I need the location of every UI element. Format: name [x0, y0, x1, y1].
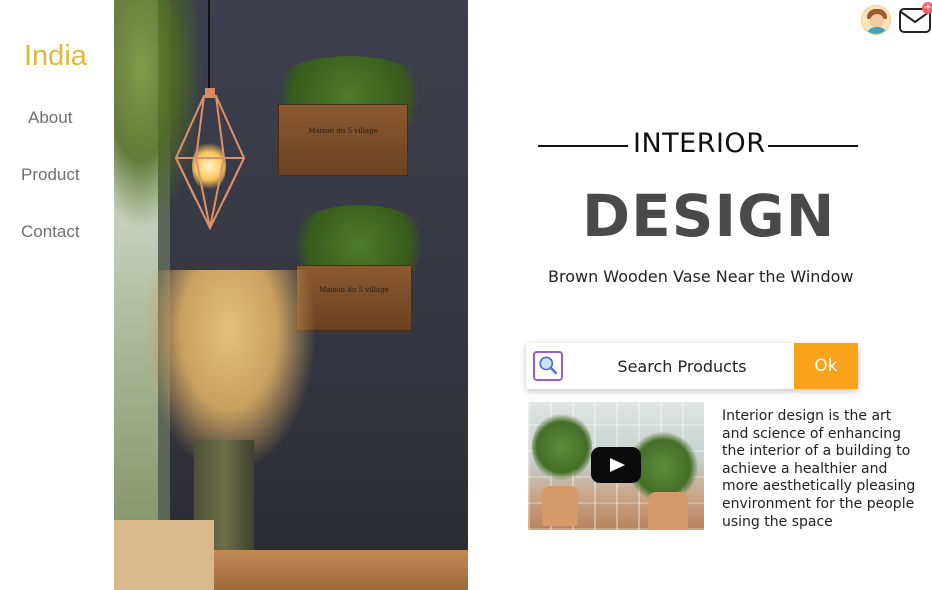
planter-label: Maison du 5 village	[308, 127, 378, 135]
wooden-table	[204, 550, 468, 590]
play-icon	[610, 458, 625, 472]
notification-badge: +	[922, 2, 932, 14]
avatar-body	[866, 27, 888, 34]
user-avatar-icon[interactable]	[861, 5, 891, 35]
paper-bag	[114, 520, 214, 590]
search-bar: Ok	[526, 343, 858, 389]
avatar-face	[870, 14, 884, 28]
nav-item-contact[interactable]: Contact	[21, 222, 80, 242]
play-button[interactable]	[591, 447, 641, 483]
headline-rule-left	[538, 145, 628, 147]
video-chair	[542, 486, 578, 526]
planter-label: Maison du 5 village	[319, 286, 389, 294]
sidebar: India About Product Contact	[0, 0, 114, 590]
nav-item-about[interactable]: About	[28, 108, 72, 128]
hero-image: Maison du 5 village Maison du 5 village	[114, 0, 468, 590]
brand-logo[interactable]: India	[24, 40, 87, 73]
page-title: DESIGN	[582, 182, 836, 250]
headline-overline: INTERIOR	[633, 128, 766, 159]
search-icon[interactable]	[533, 351, 563, 381]
lamp-cord	[208, 0, 210, 90]
nav-item-product[interactable]: Product	[21, 165, 80, 185]
video-thumbnail[interactable]	[528, 402, 704, 530]
video-plant	[532, 412, 592, 482]
pendant-lamp	[174, 88, 246, 231]
search-ok-button[interactable]: Ok	[794, 343, 858, 389]
wooden-planter: Maison du 5 village	[278, 104, 408, 176]
description-text: Interior design is the art and science o…	[722, 408, 916, 530]
video-chair	[648, 492, 688, 530]
page-subtitle: Brown Wooden Vase Near the Window	[548, 267, 854, 286]
search-input[interactable]	[572, 343, 792, 389]
headline-rule-right	[768, 145, 858, 147]
